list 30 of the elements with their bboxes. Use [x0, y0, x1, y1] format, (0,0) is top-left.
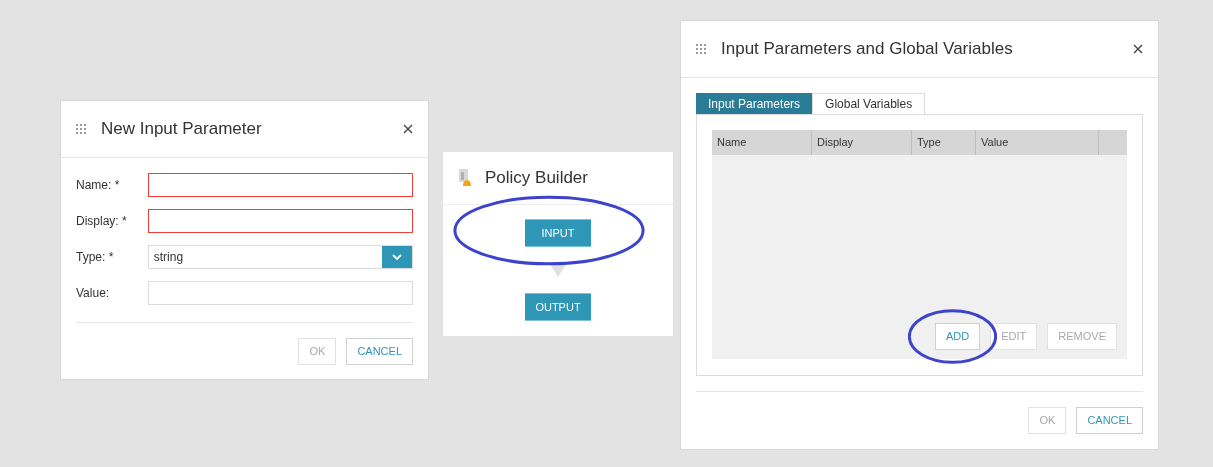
- dropdown-button[interactable]: [382, 246, 412, 268]
- input-field[interactable]: [147, 173, 413, 197]
- input-field[interactable]: [147, 209, 413, 233]
- action-button[interactable]: CANCEL: [346, 338, 413, 365]
- type-dropdown[interactable]: string: [147, 245, 413, 269]
- chevron-down-icon: [392, 253, 402, 261]
- document-icon: [458, 169, 472, 187]
- close-icon[interactable]: [1133, 44, 1143, 54]
- action-button[interactable]: ADD: [935, 323, 981, 350]
- field-label: Value:: [76, 285, 111, 302]
- close-icon[interactable]: [403, 124, 413, 134]
- column-header: Display: [812, 130, 912, 155]
- flow-arrow-icon: [549, 263, 567, 277]
- action-button[interactable]: CANCEL: [1076, 407, 1143, 434]
- column-header: Type: [912, 130, 976, 155]
- dialog-title: Input Parameters and Global Variables: [721, 38, 1014, 61]
- dialog-title: New Input Parameter: [101, 118, 263, 141]
- column-header: Value: [976, 130, 1099, 155]
- drag-handle-icon[interactable]: [696, 44, 706, 54]
- field-label: Display: *: [76, 213, 128, 230]
- tab[interactable]: Input Parameters: [696, 93, 813, 114]
- column-header: Name: [712, 130, 812, 155]
- field-label: Name: *: [76, 177, 121, 194]
- drag-handle-icon[interactable]: [76, 124, 86, 134]
- field-label: Type: *: [76, 249, 115, 266]
- flow-node[interactable]: INPUT: [525, 219, 591, 247]
- dropdown-value: string: [152, 249, 185, 266]
- tab[interactable]: Global Variables: [812, 93, 926, 114]
- flow-node[interactable]: OUTPUT: [525, 293, 591, 321]
- panel-title: Policy Builder: [485, 167, 588, 190]
